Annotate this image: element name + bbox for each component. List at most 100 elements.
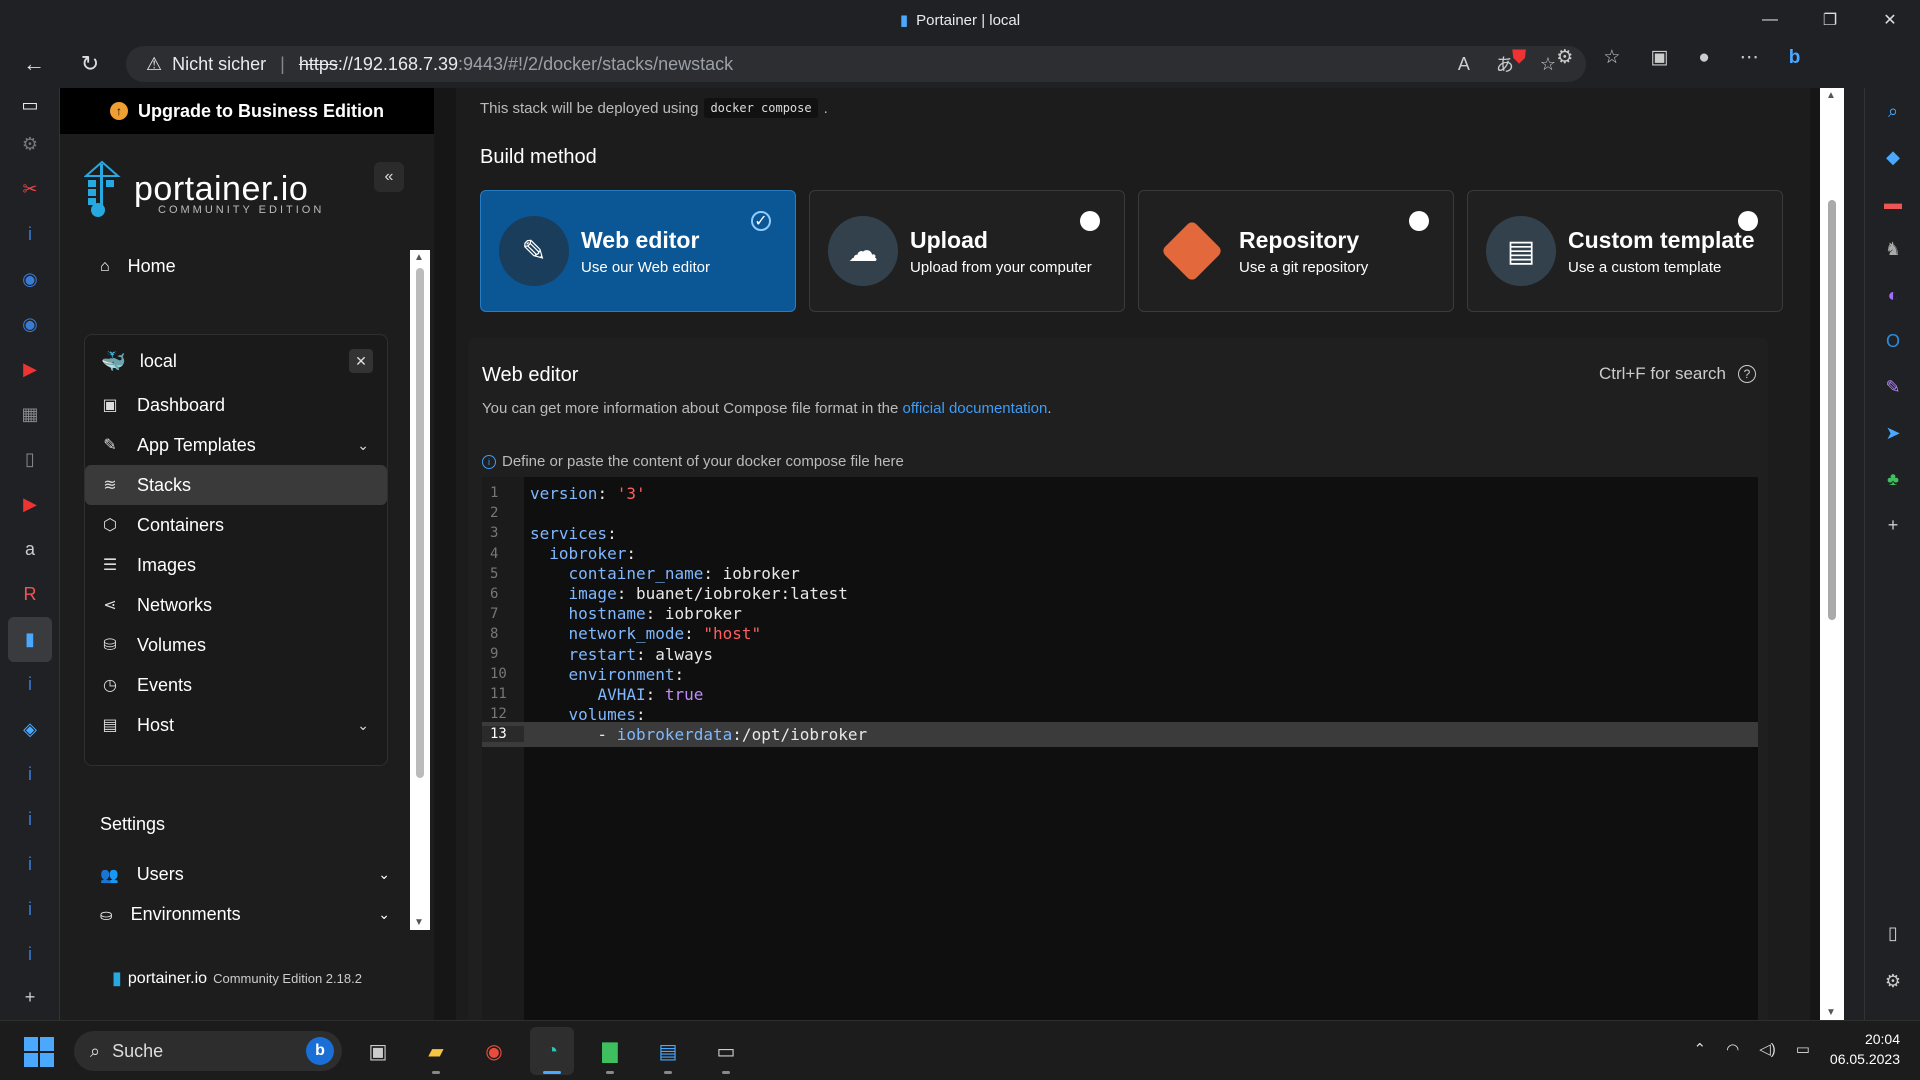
tab-icon[interactable]: ⚙ [0,122,60,167]
code-line[interactable]: 13 - iobrokerdata:/opt/iobroker [482,722,1758,747]
sidebar-item-host[interactable]: ▤ Host ⌄ [85,705,387,745]
search-icon[interactable]: ⌕ [1865,88,1920,134]
radio-button[interactable] [1409,211,1429,231]
tab-icon[interactable]: ▶ [0,347,60,392]
sidebar-item-stacks[interactable]: ≋ Stacks [85,465,387,505]
read-aloud-icon[interactable]: A [1458,54,1470,75]
chevron-down-icon[interactable]: ⌄ [378,866,390,883]
tab-icon[interactable]: ▯ [0,437,60,482]
profile-avatar[interactable]: ● [1698,47,1709,69]
tab-icon[interactable]: a [0,527,60,572]
send-icon[interactable]: ➤ [1865,410,1920,456]
address-bar[interactable]: ⚠ Nicht sicher | https://192.168.7.39:94… [126,46,1586,82]
sidebar-item-images[interactable]: ☰ Images [85,545,387,585]
bing-copilot-icon[interactable]: b [1789,47,1801,69]
radio-button[interactable] [1080,211,1100,231]
build-method-custom-template[interactable]: ▤ Custom template Use a custom template [1467,190,1783,312]
build-method-upload[interactable]: ☁ Upload Upload from your computer [809,190,1125,312]
split-screen-icon[interactable]: ▯ [1865,910,1920,956]
outlook-icon[interactable]: O [1865,318,1920,364]
main-scroll-thumb[interactable] [1828,200,1836,620]
tab-icon-active[interactable]: ▮ [8,617,52,662]
tab-icon[interactable]: ◉ [0,302,60,347]
portainer-logo[interactable]: portainer.io COMMUNITY EDITION [84,160,321,218]
security-label[interactable]: Nicht sicher [172,54,266,75]
sidebar-item-home[interactable]: ⌂ Home [100,256,176,277]
more-menu-icon[interactable]: ⋯ [1740,46,1759,69]
tab-icon[interactable]: ◈ [0,707,60,752]
games-icon[interactable]: ♞ [1865,226,1920,272]
extensions-icon[interactable]: ⚙ [1556,46,1573,69]
scroll-down-icon[interactable]: ▼ [1826,1007,1836,1018]
adblock-icon[interactable]: ⛊ [1512,47,1526,69]
code-editor[interactable]: 1 version: '3' 2 3 services: 4 iobroker: 5 con… [482,477,1758,1020]
back-button[interactable]: ← [12,46,56,82]
tab-icon[interactable]: i [0,797,60,842]
collapse-sidebar-button[interactable]: « [374,162,404,192]
sidebar-scrollbar[interactable]: ▲ ▼ [410,250,430,930]
close-environment-button[interactable]: ✕ [349,349,373,373]
radio-button[interactable] [1738,211,1758,231]
help-icon[interactable]: ? [1738,365,1756,383]
file-explorer-icon[interactable]: ▰ [414,1027,458,1075]
upgrade-banner[interactable]: ↑ Upgrade to Business Edition [60,88,434,134]
main-scrollbar[interactable]: ▲ ▼ [1820,88,1844,1020]
tab-actions-icon[interactable]: ▭ [0,88,60,122]
tab-icon[interactable]: ✂ [0,167,60,212]
tab-icon[interactable]: i [0,212,60,257]
clock[interactable]: 20:04 06.05.2023 [1830,1029,1900,1069]
sidebar-item-environments[interactable]: ⛀ Environments ⌄ [100,904,390,925]
tab-icon[interactable]: ◉ [0,257,60,302]
start-button[interactable] [24,1037,54,1067]
taskbar-search[interactable]: ⌕ Suche b [74,1031,342,1071]
build-method-repository[interactable]: Repository Use a git repository [1138,190,1454,312]
shopping-tag-icon[interactable]: ◆ [1865,134,1920,180]
maximize-button[interactable]: ❐ [1800,0,1860,40]
tree-icon[interactable]: ♣ [1865,456,1920,502]
tab-icon[interactable]: i [0,752,60,797]
tab-icon[interactable]: i [0,662,60,707]
chevron-up-icon[interactable]: ⌃ [1694,1040,1707,1058]
chrome-icon[interactable]: ◉ [472,1027,516,1075]
sidebar-item-users[interactable]: 👥 Users ⌄ [100,864,390,885]
volume-icon[interactable]: ◁) [1759,1040,1776,1058]
chevron-down-icon[interactable]: ⌄ [357,717,369,734]
sidebar-item-containers[interactable]: ⬡ Containers [85,505,387,545]
tab-icon[interactable]: ▶ [0,482,60,527]
favorites-icon[interactable]: ☆ [1603,46,1620,69]
tools-icon[interactable]: ▬ [1865,180,1920,226]
add-sidebar-app-icon[interactable]: + [1865,502,1920,548]
sidebar-item-events[interactable]: ◷ Events [85,665,387,705]
microsoft365-icon[interactable]: ◐ [1865,272,1920,318]
sidebar-scroll-thumb[interactable] [416,268,424,778]
wifi-icon[interactable]: ◠ [1726,1040,1739,1058]
tab-icon[interactable]: i [0,842,60,887]
designer-icon[interactable]: ✎ [1865,364,1920,410]
sidebar-item-app-templates[interactable]: ✎ App Templates ⌄ [85,425,387,465]
scroll-up-icon[interactable]: ▲ [1826,90,1836,101]
battery-icon[interactable]: ▭ [1796,1040,1810,1058]
build-method-web-editor[interactable]: ✎ Web editor Use our Web editor ✓ [480,190,796,312]
minimize-button[interactable]: — [1740,0,1800,40]
sidebar-item-volumes[interactable]: ⛁ Volumes [85,625,387,665]
scroll-up-icon[interactable]: ▲ [414,252,424,263]
tab-icon[interactable]: ▦ [0,392,60,437]
new-tab-icon[interactable]: + [0,975,60,1020]
reload-button[interactable]: ↻ [68,46,112,82]
edge-icon[interactable]: ◔ [530,1027,574,1075]
green-app-icon[interactable]: ▇ [588,1027,632,1075]
chevron-down-icon[interactable]: ⌄ [357,437,369,454]
tab-icon[interactable]: i [0,932,60,977]
terminal-icon[interactable]: ▭ [704,1027,748,1075]
official-documentation-link[interactable]: official documentation [903,400,1048,417]
scroll-down-icon[interactable]: ▼ [414,917,424,928]
sidebar-item-dashboard[interactable]: ▣ Dashboard [85,385,387,425]
bing-icon[interactable]: b [306,1037,334,1065]
collections-icon[interactable]: ▣ [1650,46,1668,69]
notepad-icon[interactable]: ▤ [646,1027,690,1075]
tab-icon[interactable]: i [0,887,60,932]
checkmark-icon[interactable]: ✓ [751,211,771,231]
settings-gear-icon[interactable]: ⚙ [1865,958,1920,1004]
taskview-icon[interactable]: ▣ [356,1027,400,1075]
tab-icon[interactable]: R [0,572,60,617]
